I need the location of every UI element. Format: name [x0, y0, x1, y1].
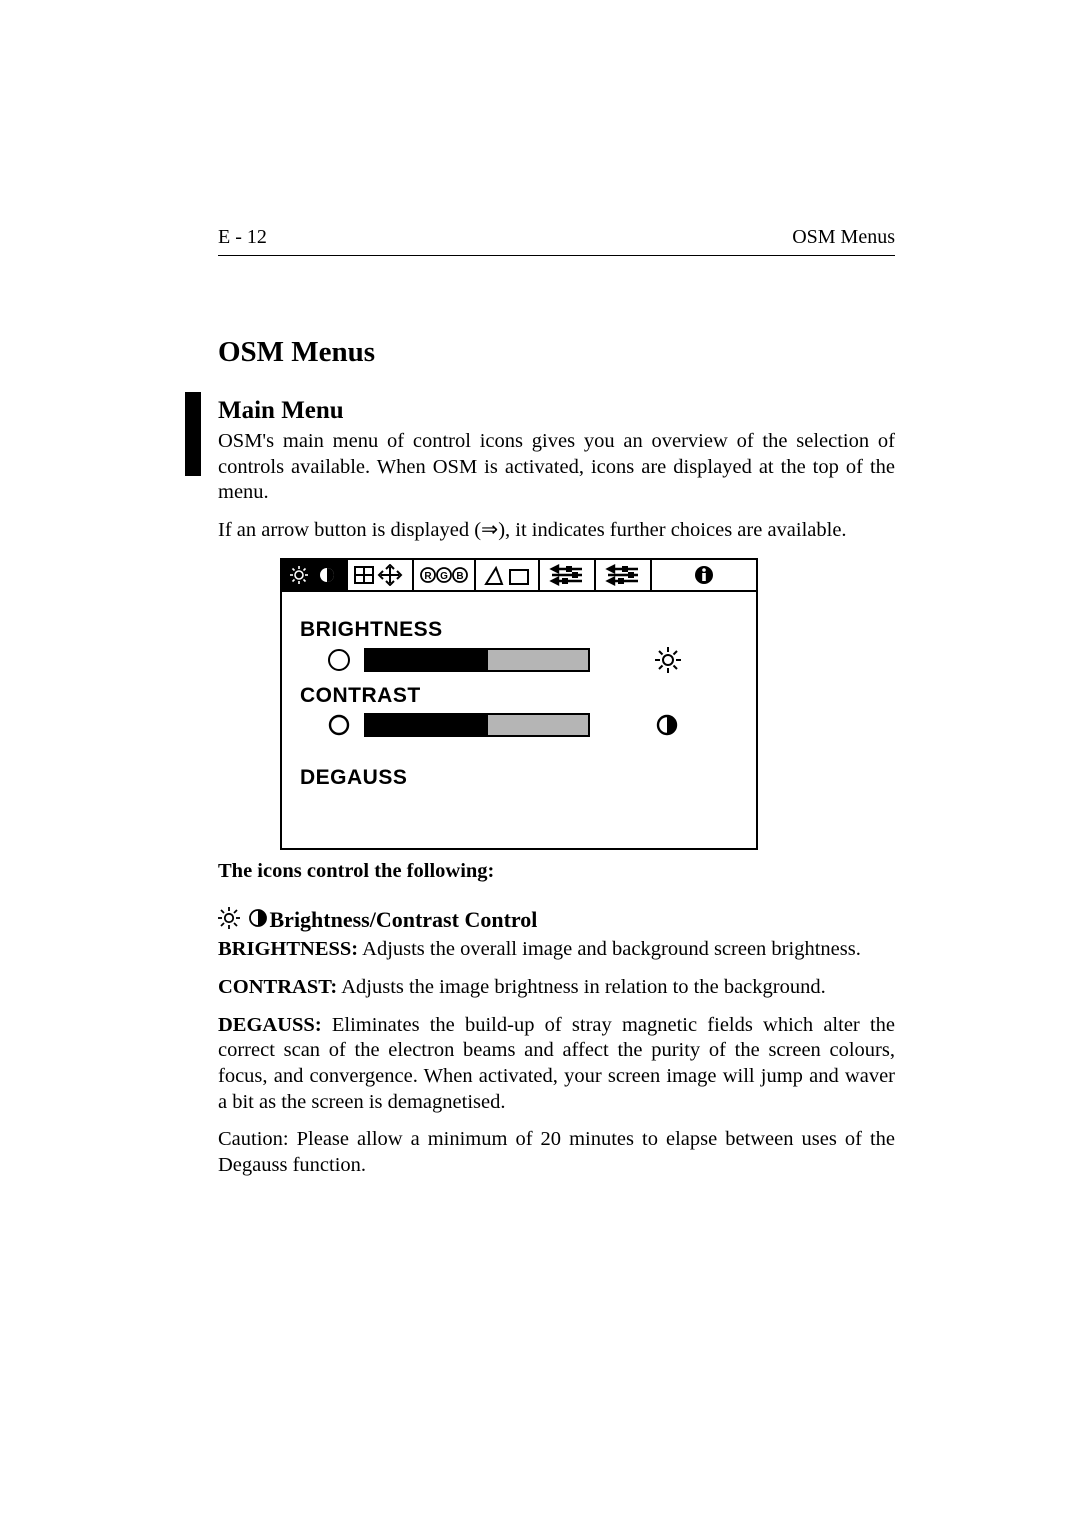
header-section: OSM Menus [792, 226, 895, 249]
intro-paragraph-2: If an arrow button is displayed (⇒), it … [218, 518, 895, 544]
svg-text:B: B [456, 571, 463, 582]
brightness-contrast-heading: Brightness/Contrast Control [218, 907, 895, 936]
brightness-slider[interactable] [364, 648, 590, 672]
geometry-icon [482, 564, 532, 586]
degauss-caution: Caution: Please allow a minimum of 20 mi… [218, 1127, 895, 1178]
svg-text:G: G [440, 571, 448, 582]
arrow-symbol: ⇒ [481, 519, 498, 541]
osm-tab-size-position[interactable] [348, 560, 414, 590]
contrast-label: CONTRAST [300, 684, 738, 708]
circle-outline-icon [326, 712, 352, 738]
subtitle-main-menu: Main Menu [218, 397, 895, 425]
margin-tab [185, 392, 201, 476]
half-circle-icon [654, 712, 680, 738]
brightness-label: BRIGHTNESS [300, 618, 738, 642]
osm-body: BRIGHTNESS [282, 592, 756, 848]
osm-tab-geometry[interactable] [476, 560, 540, 590]
page-header: E - 12 OSM Menus [218, 226, 895, 256]
osm-tab-brightness-contrast[interactable] [282, 560, 348, 590]
sun-outline-icon [218, 907, 240, 929]
brightness-description: BRIGHTNESS: Adjusts the overall image an… [218, 937, 895, 963]
contrast-circle-icon [248, 908, 268, 928]
tools-2-icon [604, 564, 642, 586]
svg-text:R: R [424, 571, 432, 582]
tools-icon [548, 564, 586, 586]
osm-tab-tools-1[interactable] [540, 560, 596, 590]
brightness-contrast-icon [287, 565, 341, 585]
contrast-row [300, 712, 738, 738]
degauss-description: DEGAUSS: Eliminates the build-up of stra… [218, 1013, 895, 1116]
brightness-row [300, 646, 738, 674]
page-number: E - 12 [218, 226, 267, 249]
osm-tab-tools-2[interactable] [596, 560, 652, 590]
page-title: OSM Menus [218, 336, 895, 369]
size-position-icon [353, 564, 407, 586]
osm-tab-rgb[interactable]: R G B [414, 560, 476, 590]
contrast-slider[interactable] [364, 713, 590, 737]
figure-caption: The icons control the following: [218, 860, 895, 883]
osm-tab-row: R G B [282, 560, 756, 592]
contrast-description: CONTRAST: Adjusts the image brightness i… [218, 975, 895, 1001]
intro-paragraph-1: OSM's main menu of control icons gives y… [218, 429, 895, 506]
degauss-label: DEGAUSS [300, 766, 738, 790]
sun-icon [654, 646, 682, 674]
info-icon [693, 564, 715, 586]
moon-icon [326, 647, 352, 673]
rgb-icon: R G B [420, 565, 468, 585]
osm-menu-screenshot: R G B [280, 558, 758, 850]
osm-tab-info[interactable] [652, 560, 756, 590]
